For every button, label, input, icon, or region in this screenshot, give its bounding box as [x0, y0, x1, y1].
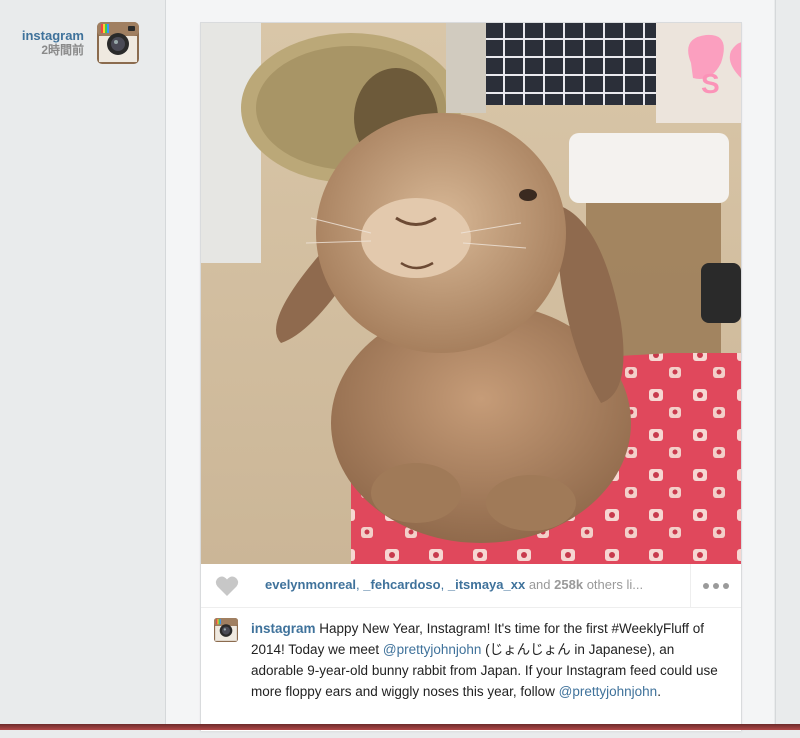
liker-link[interactable]: evelynmonreal	[265, 577, 356, 592]
more-options-button[interactable]	[690, 564, 741, 607]
more-options-dot	[723, 583, 729, 589]
instagram-camera-icon	[97, 22, 139, 64]
post-timestamp: 2時間前	[41, 43, 84, 57]
more-options-icon	[703, 583, 709, 589]
likers-list: evelynmonreal, _fehcardoso, _itsmaya_xx …	[265, 577, 683, 592]
more-options-dot	[713, 583, 719, 589]
caption-author-avatar[interactable]	[214, 618, 238, 642]
liker-link[interactable]: _itsmaya_xx	[448, 577, 525, 592]
like-button[interactable]	[215, 575, 239, 597]
right-column	[775, 0, 800, 730]
author-username-link[interactable]: instagram	[14, 28, 84, 43]
likers-and-text: and	[528, 577, 551, 592]
author-avatar[interactable]	[97, 22, 139, 64]
likes-bar: evelynmonreal, _fehcardoso, _itsmaya_xx …	[201, 564, 741, 608]
caption-username-link[interactable]: instagram	[251, 621, 316, 636]
caption-text: instagram Happy New Year, Instagram! It'…	[251, 618, 729, 702]
liker-link[interactable]: _fehcardoso	[363, 577, 440, 592]
post-caption: instagram Happy New Year, Instagram! It'…	[201, 608, 741, 738]
caption-mention-link[interactable]: @prettyjohnjohn	[559, 684, 658, 699]
taskbar-strip	[0, 724, 800, 730]
bunny-photo-image: S	[201, 23, 741, 564]
post-card: S evelynmonreal, _fehcardoso, _itsmaya_x…	[200, 22, 742, 731]
instagram-camera-icon	[214, 618, 238, 642]
caption-body-part3: .	[657, 684, 661, 699]
post-photo[interactable]: S	[201, 23, 741, 564]
likes-count[interactable]: 258k	[554, 577, 583, 592]
liker-separator: ,	[356, 577, 360, 592]
heart-icon	[215, 576, 239, 596]
post-author-info: instagram 2時間前	[14, 28, 84, 58]
likers-others-text[interactable]: others li...	[587, 577, 643, 592]
caption-mention-link[interactable]: @prettyjohnjohn	[383, 642, 482, 657]
sticker-overlay-text: S	[701, 68, 720, 99]
liker-separator: ,	[440, 577, 445, 592]
left-column: instagram 2時間前	[0, 0, 166, 730]
